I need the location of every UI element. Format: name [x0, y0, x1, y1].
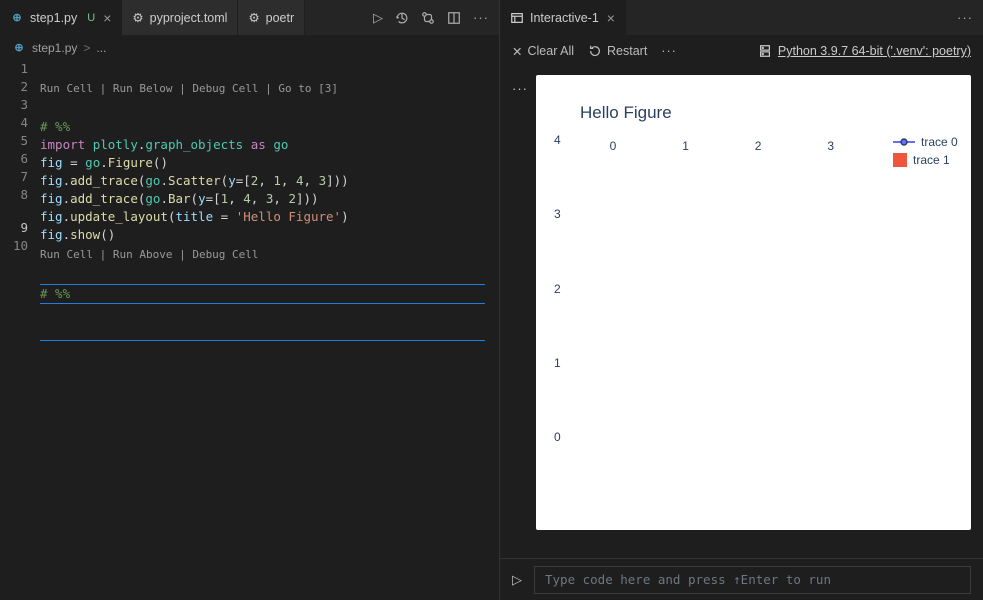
more-icon[interactable]: ···	[473, 10, 489, 25]
xtick: 0	[610, 139, 617, 153]
legend-entry[interactable]: trace 0	[893, 135, 971, 149]
chevron-right-icon: >	[83, 41, 90, 55]
unsaved-indicator: U	[87, 12, 95, 24]
x-axis: 0 1 2 3	[569, 133, 875, 153]
code-line: fig = go.Figure()	[40, 155, 168, 170]
gear-icon: ⚙	[132, 10, 143, 25]
tab-poetry[interactable]: ⚙ poetr	[238, 0, 305, 35]
output-area: ··· Hello Figure 4 3 2 1 0	[500, 67, 983, 558]
python-icon: ⊕	[12, 41, 26, 55]
xtick: 1	[682, 139, 689, 153]
ytick: 0	[554, 430, 561, 444]
tab-label: Interactive-1	[530, 11, 599, 25]
plotly-chart[interactable]: Hello Figure 4 3 2 1 0	[536, 75, 971, 530]
preview-icon	[510, 11, 524, 25]
code-line: fig.add_trace(go.Scatter(y=[2, 1, 4, 3])…	[40, 173, 349, 188]
ytick: 1	[554, 356, 561, 370]
xtick: 3	[827, 139, 834, 153]
code-body[interactable]: Run Cell | Run Below | Debug Cell | Go t…	[40, 60, 485, 600]
output-gutter: ···	[512, 75, 528, 558]
more-icon[interactable]: ···	[957, 10, 973, 25]
run-icon[interactable]: ▷	[512, 572, 522, 588]
y-axis: 4 3 2 1 0	[554, 126, 569, 444]
line-swatch-icon	[893, 136, 915, 148]
interactive-toolbar: ✕ Clear All Restart ··· Python 3.9.7 64-…	[500, 35, 983, 67]
breadcrumb-file: step1.py	[32, 41, 77, 55]
restart-label: Restart	[607, 44, 647, 58]
codelens-top[interactable]: Run Cell | Run Below | Debug Cell | Go t…	[40, 78, 485, 100]
diff-icon[interactable]	[421, 11, 435, 25]
breadcrumb[interactable]: ⊕ step1.py > ...	[0, 35, 499, 60]
editor-tabbar: ⊕ step1.py U × ⚙ pyproject.toml ⚙ poetr …	[0, 0, 499, 35]
ytick: 4	[554, 133, 561, 147]
kernel-label: Python 3.9.7 64-bit ('.venv': poetry)	[778, 44, 971, 58]
legend-label: trace 1	[913, 153, 950, 167]
code-line: fig.update_layout(title = 'Hello Figure'…	[40, 209, 349, 224]
codelens-bottom[interactable]: Run Cell | Run Above | Debug Cell	[40, 244, 485, 266]
run-icon[interactable]: ▷	[373, 10, 383, 26]
interactive-input[interactable]: Type code here and press ↑Enter to run	[534, 566, 971, 594]
code-editor[interactable]: 1 2 3 4 5 6 7 8 9 10 Run Cell | Run Belo…	[0, 60, 499, 600]
close-icon: ✕	[512, 44, 522, 59]
history-icon[interactable]	[395, 11, 409, 25]
gear-icon: ⚙	[248, 10, 259, 25]
clear-all-label: Clear All	[527, 44, 574, 58]
split-icon[interactable]	[447, 11, 461, 25]
close-icon[interactable]: ×	[607, 10, 615, 26]
legend-entry[interactable]: trace 1	[893, 153, 971, 167]
legend-label: trace 0	[921, 135, 958, 149]
line-gutter: 1 2 3 4 5 6 7 8 9 10	[0, 60, 40, 600]
input-placeholder: Type code here and press ↑Enter to run	[545, 572, 831, 587]
ytick: 2	[554, 282, 561, 296]
tab-interactive[interactable]: Interactive-1 ×	[500, 0, 626, 35]
close-icon[interactable]: ×	[103, 10, 111, 26]
tab-label: poetr	[266, 11, 295, 25]
restart-icon	[588, 44, 602, 58]
ytick: 3	[554, 207, 561, 221]
restart-button[interactable]: Restart	[588, 44, 647, 58]
editor-pane: ⊕ step1.py U × ⚙ pyproject.toml ⚙ poetr …	[0, 0, 500, 600]
code-line: # %%	[40, 119, 70, 134]
interactive-pane: Interactive-1 × ··· ✕ Clear All Restart …	[500, 0, 983, 600]
legend[interactable]: trace 0 trace 1	[893, 135, 971, 171]
code-line: # %%	[40, 286, 70, 301]
kernel-picker[interactable]: Python 3.9.7 64-bit ('.venv': poetry)	[758, 44, 971, 58]
breadcrumb-tail: ...	[96, 41, 106, 55]
tab-label: pyproject.toml	[150, 11, 228, 25]
tab-step1[interactable]: ⊕ step1.py U ×	[0, 0, 122, 35]
server-icon	[758, 44, 772, 58]
tab-pyproject[interactable]: ⚙ pyproject.toml	[122, 0, 238, 35]
code-line: fig.show()	[40, 227, 115, 242]
interactive-tabbar: Interactive-1 × ···	[500, 0, 983, 35]
code-line: import plotly.graph_objects as go	[40, 137, 288, 152]
xtick: 2	[755, 139, 762, 153]
code-line: fig.add_trace(go.Bar(y=[1, 4, 3, 2]))	[40, 191, 319, 206]
cell-more-icon[interactable]: ···	[512, 81, 528, 96]
minimap[interactable]	[485, 60, 499, 600]
editor-actions: ▷ ···	[363, 10, 499, 26]
tab-label: step1.py	[30, 11, 77, 25]
more-button[interactable]: ···	[661, 44, 677, 58]
bar-swatch-icon	[893, 153, 907, 167]
clear-all-button[interactable]: ✕ Clear All	[512, 44, 574, 59]
interactive-tab-actions: ···	[947, 10, 983, 25]
interactive-input-row: ▷ Type code here and press ↑Enter to run	[500, 558, 983, 600]
python-icon: ⊕	[10, 11, 24, 25]
chart-title: Hello Figure	[580, 103, 957, 123]
